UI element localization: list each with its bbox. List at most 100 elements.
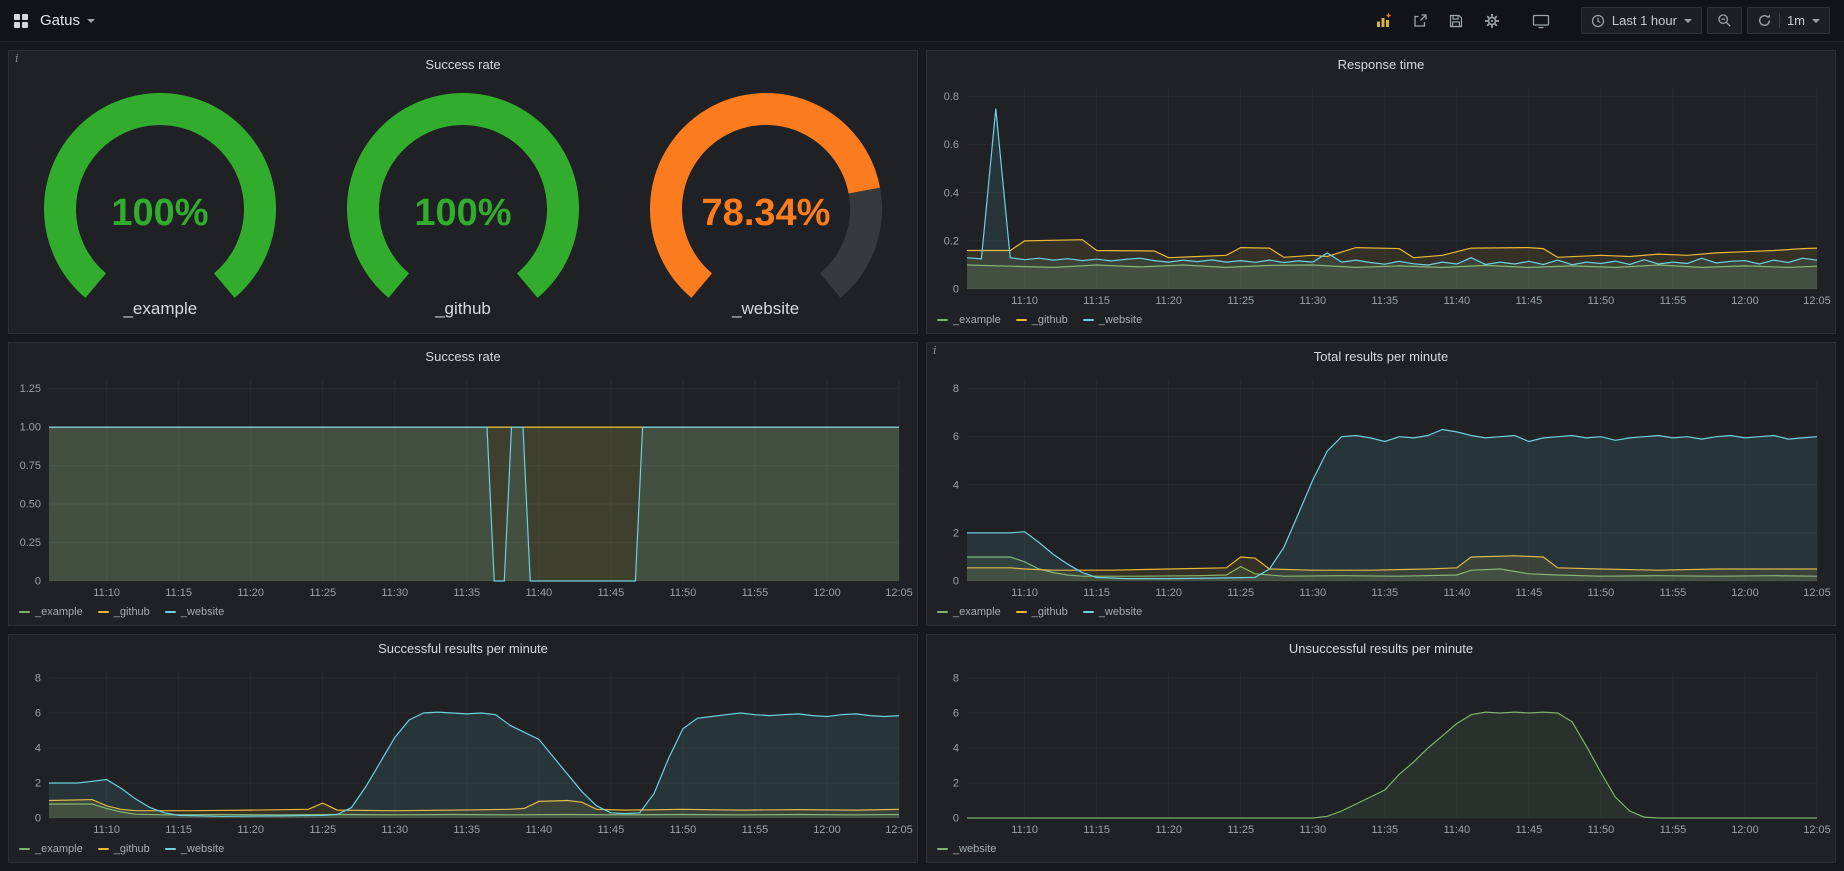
total-results-chart-area[interactable]: 11:1011:1511:2011:2511:3011:3511:4011:45… bbox=[927, 369, 1835, 603]
legend-item-_website[interactable]: _website bbox=[1083, 606, 1142, 618]
panel-title-success-rate-gauges[interactable]: Success rate bbox=[9, 51, 917, 77]
svg-text:11:30: 11:30 bbox=[381, 824, 408, 836]
panel-title-unsuccessful-results[interactable]: Unsuccessful results per minute bbox=[927, 635, 1835, 661]
share-icon bbox=[1412, 13, 1428, 29]
refresh-picker[interactable]: 1m bbox=[1747, 7, 1830, 34]
gauge-arc: 78.34% bbox=[631, 91, 901, 303]
legend-item-_github[interactable]: _github bbox=[98, 843, 150, 855]
svg-text:12:00: 12:00 bbox=[813, 824, 841, 836]
save-button[interactable] bbox=[1441, 7, 1471, 34]
legend-item-_website[interactable]: _website bbox=[937, 843, 996, 855]
svg-text:8: 8 bbox=[35, 673, 41, 685]
svg-text:11:25: 11:25 bbox=[1227, 295, 1254, 307]
svg-text:11:30: 11:30 bbox=[1299, 295, 1326, 307]
monitor-icon bbox=[1532, 13, 1550, 29]
svg-text:0.6: 0.6 bbox=[944, 139, 959, 151]
svg-text:12:05: 12:05 bbox=[1803, 587, 1831, 599]
dashboard-grid: i Success rate 100%_example100%_github78… bbox=[0, 42, 1844, 871]
legend-item-_example[interactable]: _example bbox=[19, 843, 83, 855]
cycle-view-mode-button[interactable] bbox=[1525, 7, 1557, 34]
gauge-_github: 100%_github bbox=[328, 91, 598, 319]
legend-item-_website[interactable]: _website bbox=[165, 606, 224, 618]
svg-text:11:35: 11:35 bbox=[453, 587, 480, 599]
svg-text:11:40: 11:40 bbox=[525, 587, 552, 599]
svg-text:11:55: 11:55 bbox=[742, 587, 769, 599]
zoom-out-button[interactable] bbox=[1707, 7, 1742, 34]
panel-successful-results: Successful results per minute 11:10 11:15… bbox=[8, 634, 918, 863]
panel-total-results: i Total results per minute 11:1011:1511:… bbox=[926, 342, 1836, 626]
panel-unsuccessful-results: Unsuccessful results per minute 11:10 11:… bbox=[926, 634, 1836, 863]
successful-results-chart-area[interactable]: 11:1011:1511:2011:2511:3011:3511:4011:45… bbox=[9, 661, 917, 840]
svg-text:11:40: 11:40 bbox=[1443, 824, 1470, 836]
legend-item-_website[interactable]: _website bbox=[1083, 314, 1142, 326]
panel-title-text: Success rate bbox=[425, 349, 500, 364]
legend-item-_example[interactable]: _example bbox=[19, 606, 83, 618]
legend-label: _example bbox=[953, 314, 1001, 326]
svg-text:11:50: 11:50 bbox=[1588, 824, 1615, 836]
panel-title-successful-results[interactable]: Successful results per minute bbox=[9, 635, 917, 661]
response-time-chart[interactable]: 11:1011:1511:2011:2511:3011:3511:4011:45… bbox=[927, 77, 1835, 311]
svg-text:11:40: 11:40 bbox=[1443, 587, 1470, 599]
legend-item-_github[interactable]: _github bbox=[98, 606, 150, 618]
share-button[interactable] bbox=[1405, 7, 1435, 34]
panel-title-text: Success rate bbox=[425, 57, 500, 72]
navbar-left: Gatus bbox=[14, 12, 95, 29]
panel-title-success-rate-graph[interactable]: Success rate bbox=[9, 343, 917, 369]
legend-item-_website[interactable]: _website bbox=[165, 843, 224, 855]
svg-text:11:45: 11:45 bbox=[598, 824, 625, 836]
svg-text:11:15: 11:15 bbox=[165, 587, 192, 599]
panel-info-icon[interactable]: i bbox=[15, 52, 19, 65]
legend-label: _github bbox=[1032, 606, 1068, 618]
panel-title-text: Response time bbox=[1338, 57, 1425, 72]
svg-text:11:10: 11:10 bbox=[1011, 824, 1038, 836]
svg-text:11:20: 11:20 bbox=[1155, 295, 1182, 307]
legend-label: _github bbox=[114, 843, 150, 855]
gauge-value: 78.34% bbox=[701, 192, 830, 234]
panel-title-response-time[interactable]: Response time bbox=[927, 51, 1835, 77]
panel-success-rate-gauges: i Success rate 100%_example100%_github78… bbox=[8, 50, 918, 334]
legend-label: _example bbox=[35, 843, 83, 855]
dashboard-title-dropdown[interactable]: Gatus bbox=[40, 12, 95, 29]
svg-text:11:35: 11:35 bbox=[1371, 587, 1398, 599]
svg-text:11:10: 11:10 bbox=[93, 824, 120, 836]
panel-info-icon[interactable]: i bbox=[933, 344, 937, 357]
legend-item-_example[interactable]: _example bbox=[937, 606, 1001, 618]
panel-success-rate-graph: Success rate 11:1011:1511:2011:2511:3011… bbox=[8, 342, 918, 626]
response-time-chart-area[interactable]: 11:1011:1511:2011:2511:3011:3511:4011:45… bbox=[927, 77, 1835, 311]
unsuccessful-results-chart[interactable]: 11:1011:1511:2011:2511:3011:3511:4011:45… bbox=[927, 661, 1835, 840]
legend-label: _example bbox=[953, 606, 1001, 618]
unsuccessful-results-chart-area[interactable]: 11:1011:1511:2011:2511:3011:3511:4011:45… bbox=[927, 661, 1835, 840]
legend-swatch bbox=[1016, 319, 1027, 321]
svg-text:8: 8 bbox=[953, 673, 959, 685]
legend-item-_github[interactable]: _github bbox=[1016, 606, 1068, 618]
svg-text:11:25: 11:25 bbox=[1227, 587, 1254, 599]
svg-text:0.8: 0.8 bbox=[944, 91, 959, 103]
svg-text:11:45: 11:45 bbox=[598, 587, 625, 599]
legend-label: _website bbox=[1099, 314, 1142, 326]
legend-item-_example[interactable]: _example bbox=[937, 314, 1001, 326]
svg-text:1.25: 1.25 bbox=[20, 383, 41, 395]
divider bbox=[1779, 13, 1780, 28]
settings-button[interactable] bbox=[1477, 7, 1507, 34]
legend-swatch bbox=[1083, 611, 1094, 613]
dashboards-grid-icon[interactable] bbox=[14, 14, 28, 28]
svg-text:11:35: 11:35 bbox=[1371, 824, 1398, 836]
successful-results-chart[interactable]: 11:1011:1511:2011:2511:3011:3511:4011:45… bbox=[9, 661, 917, 840]
total-results-chart[interactable]: 11:1011:1511:2011:2511:3011:3511:4011:45… bbox=[927, 369, 1835, 603]
legend-swatch bbox=[19, 611, 30, 613]
unsuccessful-results-legend: _website bbox=[927, 840, 1835, 862]
legend-item-_github[interactable]: _github bbox=[1016, 314, 1068, 326]
add-panel-button[interactable] bbox=[1368, 7, 1399, 34]
success-rate-chart[interactable]: 11:1011:1511:2011:2511:3011:3511:4011:45… bbox=[9, 369, 917, 603]
svg-text:2: 2 bbox=[953, 778, 959, 790]
svg-text:11:15: 11:15 bbox=[165, 824, 192, 836]
svg-text:11:20: 11:20 bbox=[1155, 587, 1182, 599]
gauge-row: 100%_example100%_github78.34%_website bbox=[9, 77, 917, 333]
svg-text:11:45: 11:45 bbox=[1516, 824, 1543, 836]
success-rate-chart-area[interactable]: 11:1011:1511:2011:2511:3011:3511:4011:45… bbox=[9, 369, 917, 603]
svg-text:2: 2 bbox=[953, 527, 959, 539]
dashboard-title: Gatus bbox=[40, 12, 80, 29]
time-range-picker[interactable]: Last 1 hour bbox=[1581, 7, 1702, 34]
panel-title-total-results[interactable]: Total results per minute bbox=[927, 343, 1835, 369]
svg-text:11:45: 11:45 bbox=[1516, 295, 1543, 307]
